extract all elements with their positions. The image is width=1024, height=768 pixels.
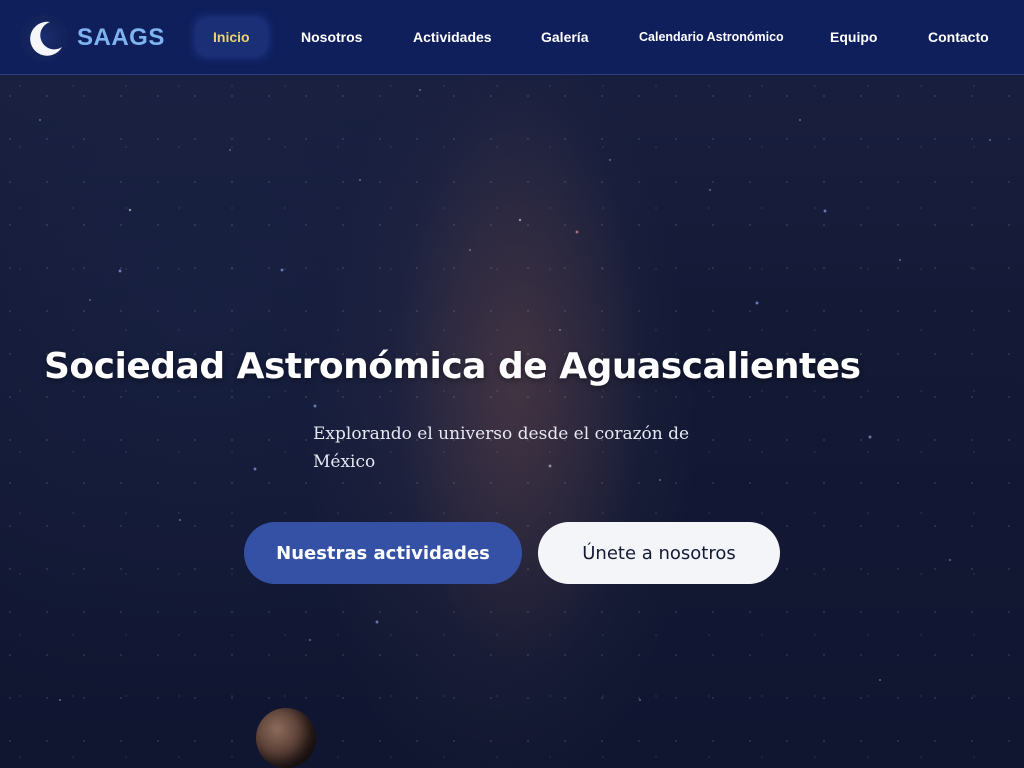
activities-button[interactable]: Nuestras actividades (244, 522, 522, 584)
join-us-button[interactable]: Únete a nosotros (538, 522, 780, 584)
nav-contacto[interactable]: Contacto (928, 18, 989, 56)
nav-calendario-astronomico[interactable]: Calendario Astronómico (639, 18, 784, 56)
crescent-moon-icon (20, 14, 68, 62)
navbar: SAAGS Inicio Nosotros Actividades Galerí… (0, 0, 1024, 75)
nav-equipo[interactable]: Equipo (830, 18, 877, 56)
nav-nosotros[interactable]: Nosotros (301, 18, 362, 56)
brand-logo-link[interactable]: SAAGS (20, 13, 165, 63)
brand-name: SAAGS (77, 24, 165, 51)
page: SAAGS Inicio Nosotros Actividades Galerí… (0, 0, 1024, 768)
nav-galeria[interactable]: Galería (541, 18, 588, 56)
nav-inicio[interactable]: Inicio (196, 18, 267, 56)
planet-image (256, 708, 316, 768)
hero-subtitle: Explorando el universo desde el corazón … (313, 424, 690, 472)
nav-actividades[interactable]: Actividades (413, 18, 492, 56)
hero-title: Sociedad Astronómica de Aguascalientes (44, 346, 861, 387)
